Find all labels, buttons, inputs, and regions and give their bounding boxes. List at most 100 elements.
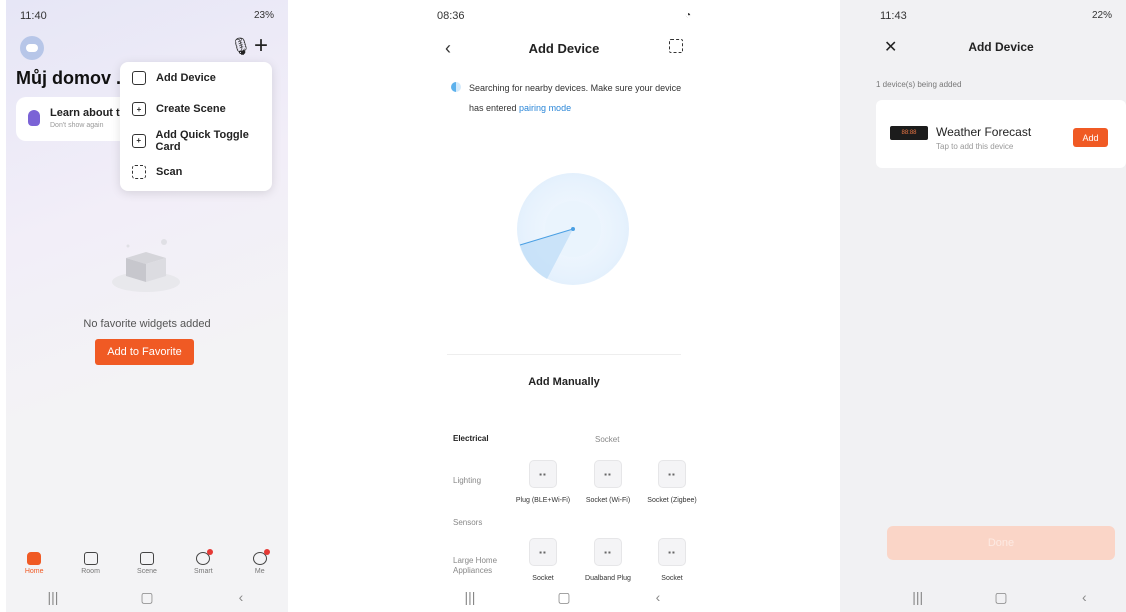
add-menu: Add Device + Create Scene + Add Quick To… — [120, 62, 272, 191]
category-lighting[interactable]: Lighting — [453, 476, 481, 485]
adding-status: 1 device(s) being added — [876, 80, 962, 89]
system-nav-bar: ||| ▢ ‹ — [6, 582, 288, 612]
plug-icon: ▪▪ — [529, 460, 557, 488]
dont-show-again-link[interactable]: Don't show again — [50, 122, 103, 129]
status-time: 11:43 — [880, 10, 907, 22]
tab-label: Scene — [137, 568, 157, 575]
device-socket[interactable]: ▪▪ Socket — [515, 538, 571, 583]
device-label: Socket (Wi-Fi) — [585, 497, 631, 504]
category-large-home-appliances[interactable]: Large Home Appliances — [453, 556, 509, 576]
tab-label: Smart — [194, 568, 213, 575]
device-label: Dualband Plug — [585, 575, 631, 582]
scan-icon — [132, 165, 146, 180]
search-hint-text: Searching for nearby devices. Make sure … — [469, 83, 682, 113]
tab-smart[interactable]: Smart — [178, 548, 228, 584]
back-icon[interactable]: ‹ — [628, 589, 688, 605]
scan-icon[interactable] — [669, 39, 683, 53]
status-bar: 08:36 ◔ — [437, 10, 691, 26]
empty-message: No favorite widgets added — [83, 318, 211, 330]
plug-icon: ▪▪ — [658, 538, 686, 566]
status-bar: 11:43 22% — [880, 10, 1112, 26]
device-hint: Tap to add this device — [936, 142, 1014, 151]
add-device-search-screen: 08:36 ◔ ‹ Add Device Searching for nearb… — [423, 0, 705, 612]
tab-home[interactable]: Home — [9, 548, 59, 584]
add-manually-title: Add Manually — [528, 376, 600, 388]
tab-me[interactable]: Me — [235, 548, 285, 584]
status-time: 08:36 — [437, 10, 465, 22]
radar-animation — [517, 173, 629, 285]
empty-box-illustration — [112, 239, 180, 292]
bulb-icon — [28, 110, 40, 126]
status-time: 11:40 — [20, 10, 47, 22]
home-button-icon[interactable]: ▢ — [971, 589, 1031, 606]
device-label: Socket — [661, 575, 683, 582]
battery-level: 23% — [253, 10, 274, 21]
menu-item-scan[interactable]: Scan — [120, 157, 272, 189]
page-title: Add Device — [968, 40, 1034, 54]
plug-icon: ▪▪ — [594, 460, 622, 488]
device-socket-wifi[interactable]: ▪▪ Socket (Wi-Fi) — [580, 460, 636, 505]
done-button[interactable]: Done — [887, 526, 1115, 560]
recent-apps-icon[interactable]: ||| — [888, 589, 948, 605]
device-name: Weather Forecast — [936, 125, 1032, 139]
menu-item-label: Add Device — [156, 71, 216, 84]
learn-card-title: Learn about th — [50, 107, 127, 119]
create-scene-icon: + — [132, 102, 146, 117]
add-device-icon — [132, 70, 146, 85]
device-label: Plug (BLE+Wi-Fi) — [515, 497, 571, 504]
menu-item-create-scene[interactable]: + Create Scene — [120, 94, 272, 126]
notification-badge — [207, 549, 214, 555]
tab-scene[interactable]: Scene — [122, 548, 172, 584]
tab-label: Me — [254, 568, 265, 575]
category-sensors[interactable]: Sensors — [453, 518, 482, 527]
category-electrical[interactable]: Electrical — [453, 434, 489, 443]
scene-icon — [139, 552, 154, 565]
notification-badge — [263, 549, 270, 555]
divider — [447, 354, 681, 355]
tab-bar: Home Room Scene Smart Me — [6, 548, 288, 584]
menu-item-quick-toggle[interactable]: + Add Quick Toggle Card — [120, 125, 272, 157]
recent-apps-icon[interactable]: ||| — [23, 589, 83, 605]
recent-apps-icon[interactable]: ||| — [440, 589, 500, 605]
found-device-card[interactable]: 88:88 Weather Forecast Tap to add this d… — [876, 100, 1126, 168]
device-socket-zigbee[interactable]: ▪▪ Socket (Zigbee) — [644, 460, 700, 505]
search-hint: Searching for nearby devices. Make sure … — [451, 78, 691, 118]
home-icon — [27, 552, 42, 565]
room-icon — [83, 552, 98, 565]
home-title[interactable]: Můj domov ... — [16, 68, 131, 89]
tab-room[interactable]: Room — [66, 548, 116, 584]
home-screen: 11:40 23% 🎙 + Můj domov ... Learn about … — [6, 0, 288, 612]
add-button[interactable]: Add — [1073, 128, 1108, 147]
home-button-icon[interactable]: ▢ — [534, 589, 594, 606]
microphone-icon[interactable]: 🎙 — [230, 37, 252, 57]
quick-toggle-icon: + — [132, 133, 146, 148]
back-icon[interactable]: ‹ — [1054, 589, 1114, 605]
menu-item-label: Scan — [156, 166, 183, 179]
back-icon[interactable]: ‹ — [211, 589, 271, 605]
device-found-screen: 11:43 22% ✕ Add Device 1 device(s) being… — [840, 0, 1126, 612]
status-bar: 11:40 23% — [20, 10, 274, 26]
battery-level: 22% — [1091, 10, 1112, 21]
page-title: Add Device — [528, 41, 600, 56]
status-icons: ◔ — [684, 10, 691, 21]
pairing-mode-link[interactable]: pairing mode — [519, 103, 571, 113]
tab-label: Home — [24, 568, 44, 575]
home-button-icon[interactable]: ▢ — [117, 589, 177, 606]
device-label: Socket — [532, 575, 554, 582]
avatar[interactable] — [20, 36, 44, 60]
device-socket[interactable]: ▪▪ Socket — [644, 538, 700, 583]
plug-icon: ▪▪ — [594, 538, 622, 566]
plug-icon: ▪▪ — [529, 538, 557, 566]
radar-sweep — [519, 227, 575, 279]
system-nav-bar: ||| ▢ ‹ — [423, 582, 705, 612]
socket-section-header: Socket — [595, 435, 620, 444]
device-dualband-plug[interactable]: ▪▪ Dualband Plug — [576, 538, 640, 583]
device-label: Socket (Zigbee) — [647, 497, 697, 504]
tab-label: Room — [81, 568, 100, 575]
add-to-favorite-button[interactable]: Add to Favorite — [95, 339, 194, 365]
plug-icon: ▪▪ — [658, 460, 686, 488]
device-plug-ble-wifi[interactable]: ▪▪ Plug (BLE+Wi-Fi) — [515, 460, 571, 505]
plus-icon[interactable]: + — [254, 32, 268, 60]
weather-station-image: 88:88 — [890, 126, 928, 140]
menu-item-add-device[interactable]: Add Device — [120, 62, 272, 94]
